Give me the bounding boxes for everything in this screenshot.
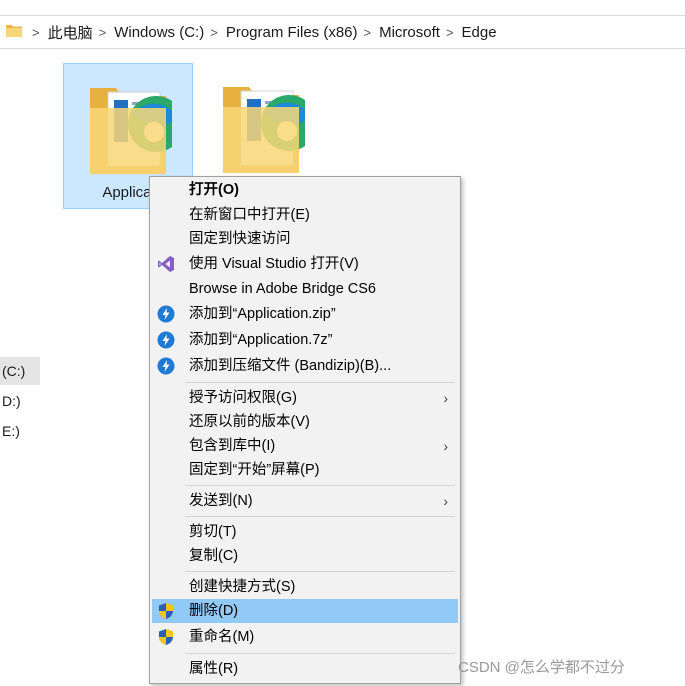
- menu-item-browse-bridge[interactable]: Browse in Adobe Bridge CS6: [152, 277, 458, 301]
- menu-item-label: 创建快捷方式(S): [189, 579, 296, 595]
- menu-item-label: 还原以前的版本(V): [189, 414, 310, 430]
- menu-item-label: 添加到压缩文件 (Bandizip)(B)...: [189, 358, 392, 374]
- menu-item-pin-quick-access[interactable]: 固定到快速访问: [152, 227, 458, 251]
- menu-item-add-zip[interactable]: 添加到“Application.zip”: [152, 302, 458, 326]
- breadcrumb-program-files[interactable]: Program Files (x86): [226, 24, 358, 41]
- nav-item-drive-c[interactable]: (C:): [0, 357, 40, 385]
- bandizip-icon: [157, 305, 175, 323]
- chevron-right-icon[interactable]: >: [99, 25, 107, 40]
- menu-item-label: 固定到快速访问: [189, 231, 291, 247]
- watermark: CSDN @怎么学都不过分: [458, 659, 625, 676]
- chevron-right-icon[interactable]: >: [210, 25, 218, 40]
- menu-item-open-visual-studio[interactable]: 使用 Visual Studio 打开(V): [152, 252, 458, 276]
- menu-separator: [185, 653, 455, 654]
- menu-item-rename[interactable]: 重命名(M): [152, 625, 458, 649]
- menu-item-label: 发送到(N): [189, 493, 253, 509]
- menu-item-label: 打开(O): [189, 182, 239, 198]
- menu-item-properties[interactable]: 属性(R): [152, 657, 458, 681]
- breadcrumb-microsoft[interactable]: Microsoft: [379, 24, 440, 41]
- menu-item-send-to[interactable]: 发送到(N) ›: [152, 489, 458, 513]
- menu-item-add-archive[interactable]: 添加到压缩文件 (Bandizip)(B)...: [152, 354, 458, 378]
- navigation-pane: (C:) D:) E:): [0, 48, 40, 686]
- uac-shield-icon: [159, 603, 173, 619]
- menu-item-label: 使用 Visual Studio 打开(V): [189, 256, 359, 272]
- edge-folder-icon: [90, 88, 172, 174]
- menu-item-label: 固定到“开始”屏幕(P): [189, 462, 320, 478]
- menu-item-label: 添加到“Application.7z”: [189, 332, 333, 348]
- visual-studio-icon: [158, 256, 174, 272]
- menu-item-label: 剪切(T): [189, 524, 237, 540]
- chevron-right-icon[interactable]: >: [32, 25, 40, 40]
- menu-item-label: 包含到库中(I): [189, 438, 276, 454]
- menu-item-open[interactable]: 打开(O): [152, 178, 458, 202]
- menu-item-delete[interactable]: 删除(D): [152, 599, 458, 623]
- menu-item-add-7z[interactable]: 添加到“Application.7z”: [152, 328, 458, 352]
- chevron-right-icon[interactable]: >: [364, 25, 372, 40]
- menu-item-label: 在新窗口中打开(E): [189, 207, 310, 223]
- chevron-right-icon[interactable]: >: [446, 25, 454, 40]
- menu-item-restore-versions[interactable]: 还原以前的版本(V): [152, 410, 458, 434]
- edge-folder-icon: [223, 87, 305, 173]
- menu-item-create-shortcut[interactable]: 创建快捷方式(S): [152, 575, 458, 599]
- menu-item-copy[interactable]: 复制(C): [152, 544, 458, 568]
- menu-item-grant-access[interactable]: 授予访问权限(G) ›: [152, 386, 458, 410]
- menu-item-cut[interactable]: 剪切(T): [152, 520, 458, 544]
- uac-shield-icon: [159, 629, 173, 645]
- menu-item-label: 添加到“Application.zip”: [189, 306, 336, 322]
- breadcrumb-windows-c[interactable]: Windows (C:): [114, 24, 204, 41]
- context-menu: 打开(O) 在新窗口中打开(E) 固定到快速访问 使用 Visual Studi…: [149, 176, 461, 684]
- breadcrumb-edge[interactable]: Edge: [462, 24, 497, 41]
- address-bar[interactable]: > 此电脑 > Windows (C:) > Program Files (x8…: [0, 15, 685, 49]
- breadcrumb-this-pc[interactable]: 此电脑: [48, 22, 93, 43]
- menu-separator: [185, 516, 455, 517]
- nav-item-drive-e[interactable]: E:): [0, 417, 40, 445]
- breadcrumb: > 此电脑 > Windows (C:) > Program Files (x8…: [26, 16, 497, 48]
- folder-icon: [6, 25, 22, 37]
- menu-item-label: 重命名(M): [189, 629, 255, 645]
- menu-item-label: 属性(R): [189, 661, 239, 677]
- menu-item-include-library[interactable]: 包含到库中(I) ›: [152, 434, 458, 458]
- menu-separator: [185, 571, 455, 572]
- menu-item-label: 删除(D): [189, 603, 239, 619]
- menu-item-open-new-window[interactable]: 在新窗口中打开(E): [152, 203, 458, 227]
- menu-separator: [185, 382, 455, 383]
- bandizip-icon: [157, 357, 175, 375]
- menu-item-label: 授予访问权限(G): [189, 390, 297, 406]
- nav-item-drive-d[interactable]: D:): [0, 387, 40, 415]
- chevron-right-icon: ›: [443, 438, 448, 454]
- chevron-right-icon: ›: [443, 493, 448, 509]
- menu-separator: [185, 485, 455, 486]
- menu-item-label: Browse in Adobe Bridge CS6: [189, 281, 376, 297]
- menu-item-label: 复制(C): [189, 548, 239, 564]
- chevron-right-icon: ›: [443, 390, 448, 406]
- bandizip-icon: [157, 331, 175, 349]
- menu-item-pin-start[interactable]: 固定到“开始”屏幕(P): [152, 458, 458, 482]
